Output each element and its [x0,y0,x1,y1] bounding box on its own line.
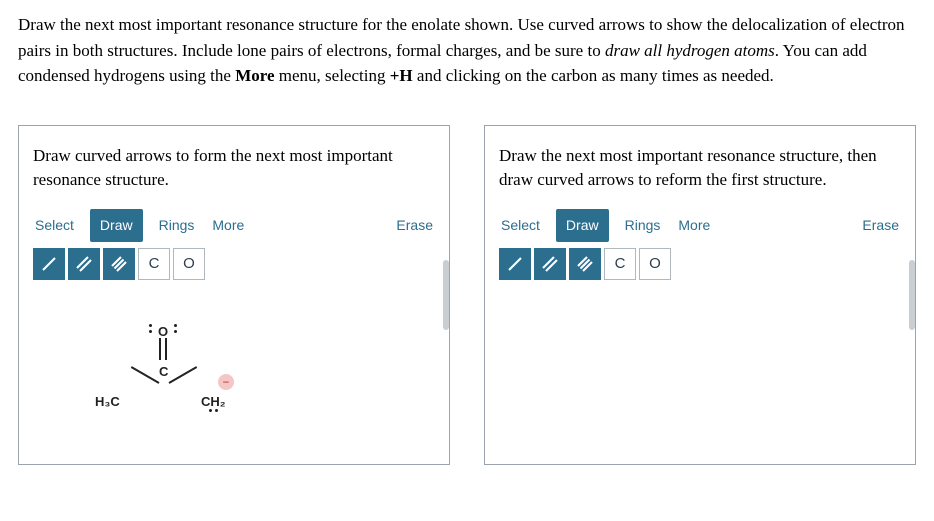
tab-select[interactable]: Select [499,211,542,240]
carbon-atom-tool[interactable]: C [604,248,636,280]
bond-c-ch3 [131,366,160,384]
q-p3: menu, selecting [275,66,390,85]
right-canvas[interactable] [499,284,901,464]
tab-select[interactable]: Select [33,211,76,240]
bond-c-ch2 [169,366,198,384]
oxygen-atom-tool[interactable]: O [173,248,205,280]
carbon-atom-tool[interactable]: C [138,248,170,280]
formal-charge-minus: − [218,374,234,390]
tab-more[interactable]: More [676,211,712,240]
question-text: Draw the next most important resonance s… [18,12,916,89]
left-tools: C O [33,248,435,280]
tab-rings[interactable]: Rings [157,211,197,240]
erase-button[interactable]: Erase [394,211,435,240]
lone-pair-ch2 [209,409,218,412]
bond-o-c-2 [165,338,167,360]
tab-draw[interactable]: Draw [90,209,143,242]
left-canvas[interactable]: O C H₃C CH₂ − [33,284,435,464]
left-panel: Draw curved arrows to form the next most… [18,125,450,465]
left-prompt: Draw curved arrows to form the next most… [33,144,435,193]
q-italic: draw all hydrogen atoms [605,41,775,60]
single-bond-tool[interactable] [499,248,531,280]
tab-draw[interactable]: Draw [556,209,609,242]
oxygen-atom-tool[interactable]: O [639,248,671,280]
scrollbar[interactable] [909,260,915,330]
double-bond-tool[interactable] [68,248,100,280]
bond-o-c-1 [159,338,161,360]
erase-button[interactable]: Erase [860,211,901,240]
right-panel: Draw the next most important resonance s… [484,125,916,465]
panels-container: Draw curved arrows to form the next most… [18,125,916,465]
right-prompt: Draw the next most important resonance s… [499,144,901,193]
q-p4: and clicking on the carbon as many times… [413,66,774,85]
lone-pair-o-right [174,324,177,333]
atom-c: C [159,362,168,382]
tab-rings[interactable]: Rings [623,211,663,240]
left-tabs: Select Draw Rings More [33,209,246,242]
right-tabs: Select Draw Rings More [499,209,712,242]
right-tools: C O [499,248,901,280]
triple-bond-tool[interactable] [103,248,135,280]
double-bond-tool[interactable] [534,248,566,280]
q-bold2: +H [390,66,413,85]
tab-more[interactable]: More [210,211,246,240]
right-toolbar: Select Draw Rings More Erase [499,209,901,242]
q-bold: More [235,66,274,85]
lone-pair-o-left [149,324,152,333]
left-toolbar: Select Draw Rings More Erase [33,209,435,242]
scrollbar[interactable] [443,260,449,330]
atom-h3c: H₃C [95,392,120,412]
single-bond-tool[interactable] [33,248,65,280]
triple-bond-tool[interactable] [569,248,601,280]
